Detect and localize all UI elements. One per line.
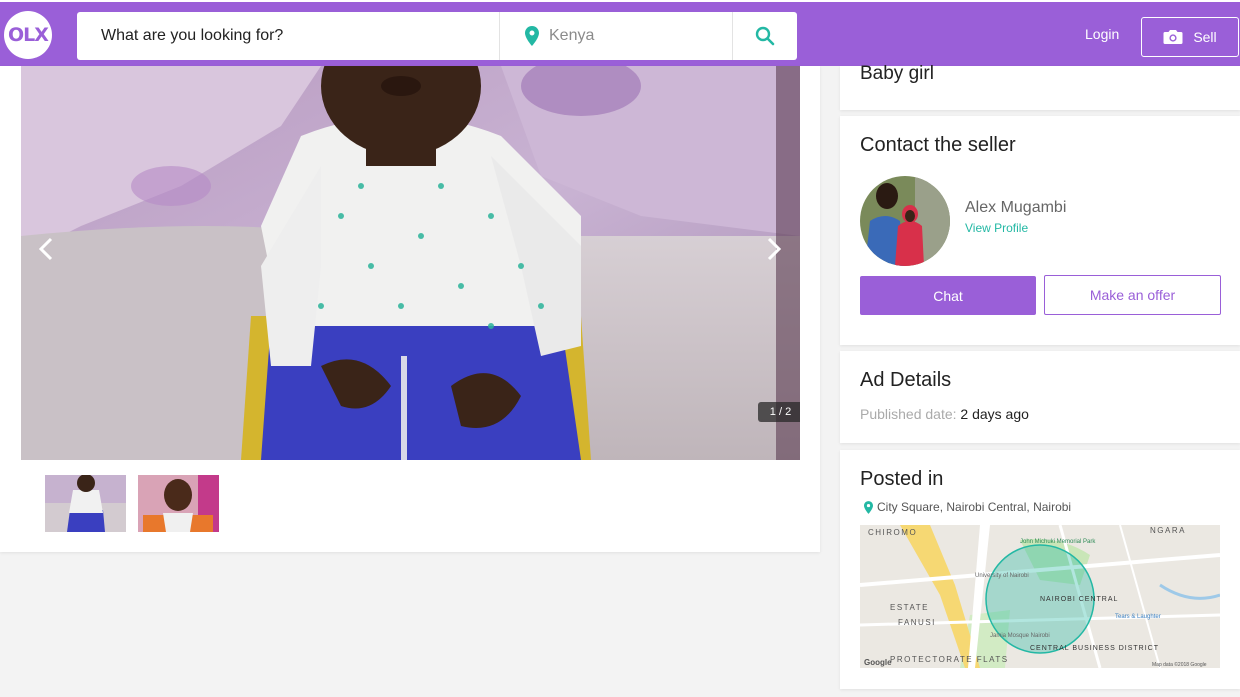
- map-label-nairobi-central: NAIROBI CENTRAL: [1040, 596, 1118, 603]
- seller-name: Alex Mugambi: [965, 199, 1067, 216]
- map-label-jamia: Jamia Mosque Nairobi: [990, 633, 1050, 639]
- map-label-tears: Tears & Laughter: [1115, 614, 1161, 620]
- ad-details-card: Ad Details Published date: 2 days ago: [840, 351, 1240, 443]
- map-label-fanusi: FANUSI: [898, 618, 936, 627]
- make-offer-button[interactable]: Make an offer: [1044, 275, 1221, 315]
- posted-in-card: Posted in City Square, Nairobi Central, …: [840, 450, 1240, 689]
- published-value: 2 days ago: [960, 406, 1029, 422]
- posted-in-heading: Posted in: [860, 468, 944, 490]
- gallery-card: 1 / 2: [0, 66, 820, 552]
- location-input[interactable]: [549, 12, 729, 60]
- thumbnail-image: [45, 475, 126, 532]
- location-map[interactable]: CHIROMO NGARA ESTATE FANUSI NAIROBI CENT…: [860, 525, 1220, 668]
- map-attribution: Map data ©2018 Google: [1152, 661, 1207, 668]
- map-label-uon: University of Nairobi: [975, 573, 1029, 579]
- map-label-chiromo: CHIROMO: [868, 528, 917, 537]
- divider: [499, 12, 500, 60]
- next-photo-button[interactable]: [759, 234, 789, 264]
- map-label-ngara: NGARA: [1150, 526, 1186, 535]
- photo-image: [21, 66, 800, 460]
- login-link[interactable]: Login: [1085, 26, 1119, 42]
- map-label-protectorate: PROTECTORATE FLATS: [890, 655, 1009, 664]
- thumbnail-1[interactable]: [45, 475, 126, 532]
- camera-icon: [1163, 30, 1183, 44]
- ad-title-card: Baby girl: [840, 63, 1240, 110]
- thumbnail-2[interactable]: [138, 475, 219, 532]
- seller-avatar[interactable]: [860, 176, 950, 266]
- published-date: Published date: 2 days ago: [860, 406, 1029, 422]
- chevron-right-icon: [767, 237, 781, 261]
- main-photo[interactable]: 1 / 2: [21, 66, 800, 460]
- chevron-left-icon: [39, 237, 53, 261]
- photo-counter: 1 / 2: [758, 402, 800, 422]
- search-bar: [77, 12, 797, 60]
- contact-heading: Contact the seller: [860, 134, 1016, 156]
- map-google-logo: Google: [864, 658, 892, 667]
- avatar-image: [860, 176, 950, 266]
- view-profile-link[interactable]: View Profile: [965, 221, 1028, 235]
- published-label: Published date:: [860, 406, 957, 422]
- chat-button[interactable]: Chat: [860, 276, 1036, 315]
- sell-label: Sell: [1193, 29, 1217, 45]
- logo-text: OLX: [8, 24, 49, 46]
- map-label-estate: ESTATE: [890, 603, 929, 612]
- contact-seller-card: Contact the seller Alex Mugambi View Pro…: [840, 116, 1240, 345]
- thumbnail-image: [138, 475, 219, 532]
- prev-photo-button[interactable]: [31, 234, 61, 264]
- ad-title: Baby girl: [860, 63, 934, 84]
- map-label-john-michuki: John Michuki Memorial Park: [1020, 539, 1096, 545]
- olx-logo[interactable]: OLX: [4, 11, 52, 59]
- sell-button[interactable]: Sell: [1141, 17, 1239, 57]
- map-image: CHIROMO NGARA ESTATE FANUSI NAIROBI CENT…: [860, 525, 1220, 668]
- ad-details-heading: Ad Details: [860, 369, 952, 391]
- map-label-cbd: CENTRAL BUSINESS DISTRICT: [1030, 645, 1159, 652]
- posted-location: City Square, Nairobi Central, Nairobi: [864, 500, 1071, 514]
- location-pin-icon: [525, 26, 539, 46]
- top-navbar: OLX Login Sell: [0, 0, 1240, 66]
- search-icon: [755, 26, 775, 46]
- search-button[interactable]: [733, 12, 797, 60]
- posted-location-text: City Square, Nairobi Central, Nairobi: [877, 500, 1072, 514]
- search-input[interactable]: [77, 12, 499, 60]
- location-pin-icon: [864, 500, 873, 514]
